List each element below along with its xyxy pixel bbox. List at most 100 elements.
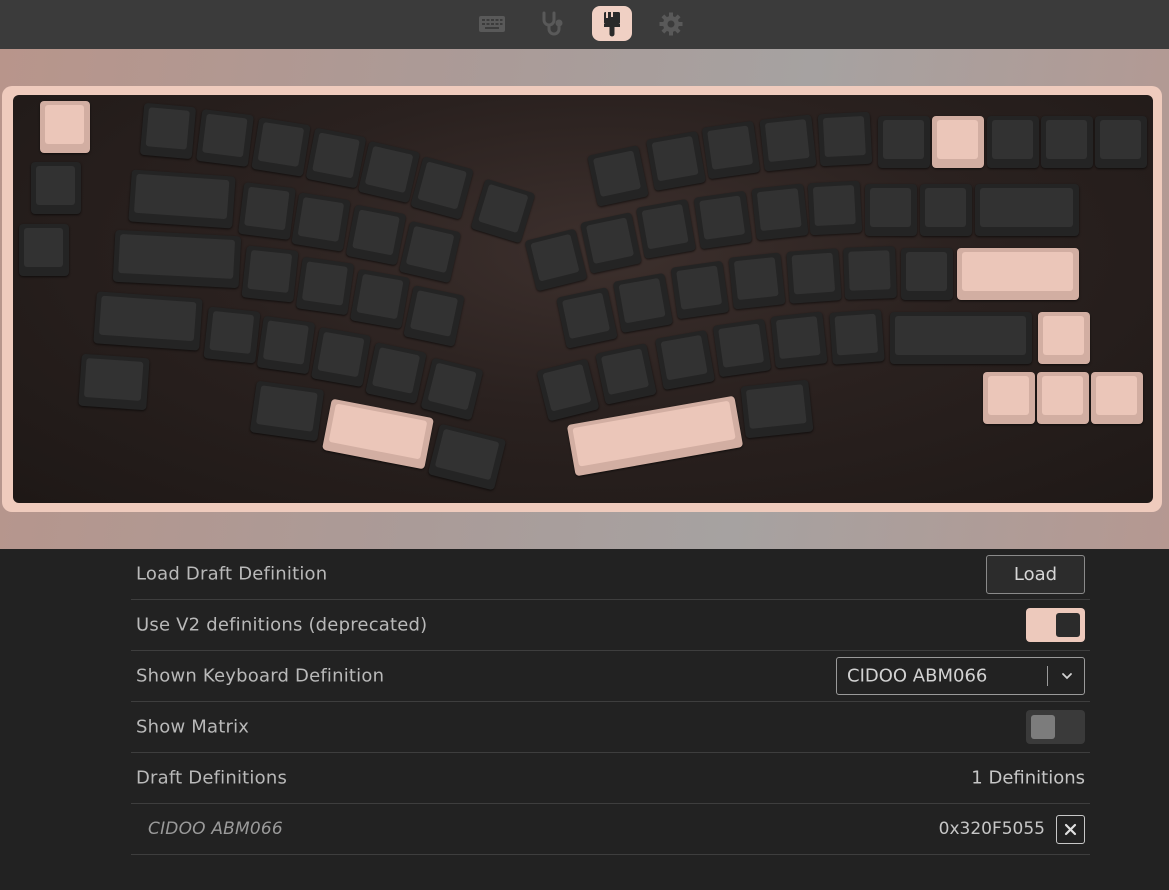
keycap[interactable] [398,220,462,284]
keycap[interactable] [31,162,81,214]
keycap[interactable] [693,190,753,250]
keycap[interactable] [1041,116,1093,168]
keycap[interactable] [78,353,150,411]
keycap[interactable] [420,357,484,421]
keycap[interactable] [556,287,618,349]
keycap[interactable] [975,184,1079,236]
keycap[interactable] [345,204,407,266]
keycap-top [600,348,650,395]
nav-test-button[interactable] [532,6,572,41]
keycap[interactable] [249,380,325,442]
keycap[interactable] [40,101,90,153]
keycap-top [255,385,318,432]
top-nav-bar [0,0,1169,49]
use-v2-toggle[interactable] [1026,608,1085,642]
keycap[interactable] [645,130,707,192]
keycap[interactable] [612,272,674,334]
keyboard-case [2,86,1162,512]
keycap[interactable] [901,248,953,300]
keycap[interactable] [817,111,873,167]
keycap[interactable] [740,379,814,439]
keycap-top [312,132,360,179]
keycap[interactable] [932,116,984,168]
keycap[interactable] [256,315,316,375]
remove-definition-button[interactable] [1056,815,1085,844]
keycap[interactable] [654,329,716,391]
keycap[interactable] [321,398,435,470]
keycap[interactable] [1095,116,1147,168]
keycap[interactable] [1091,372,1143,424]
keyboard-preview-area [0,49,1169,549]
keycap[interactable] [635,198,697,260]
keycap-top [1046,120,1087,159]
keycap[interactable] [1037,372,1089,424]
keycap[interactable] [470,178,536,244]
keycap[interactable] [128,169,236,229]
load-button[interactable]: Load [986,555,1085,594]
keycap[interactable] [241,245,299,303]
keycap[interactable] [829,309,885,365]
keycap[interactable] [310,326,372,388]
nav-settings-button[interactable] [651,6,691,41]
keycap-top [328,403,428,460]
keycap[interactable] [196,109,254,167]
keycap-top [427,362,477,411]
keycap[interactable] [536,358,600,422]
toggle-knob [1056,613,1080,637]
keycap[interactable] [786,248,842,304]
keycap-top [1043,316,1084,355]
keycap[interactable] [112,229,242,289]
keycap[interactable] [751,183,809,241]
keycap[interactable] [865,184,917,236]
keycap[interactable] [403,285,465,347]
keycap-top [1096,376,1137,415]
keycap-top [707,125,754,170]
keycap[interactable] [305,127,367,189]
keycap-top [791,252,836,295]
keycap[interactable] [19,224,69,276]
keycap[interactable] [295,256,355,316]
keycap[interactable] [957,248,1079,300]
keycap[interactable] [93,291,203,351]
keycap-top [202,113,248,158]
keycap-top [417,161,468,210]
keycap[interactable] [1038,312,1090,364]
keycap[interactable] [701,120,761,180]
keycap[interactable] [595,343,657,405]
keycap[interactable] [203,306,261,364]
shown-definition-row: Shown Keyboard Definition CIDOO ABM066 [131,651,1090,702]
keycap[interactable] [251,117,311,177]
stethoscope-icon [542,11,563,35]
keycap[interactable] [843,246,897,300]
keycap[interactable] [920,184,972,236]
keycap[interactable] [580,212,642,274]
keycap[interactable] [712,318,772,378]
keycap[interactable] [410,156,474,220]
keycap-top [992,120,1033,159]
keycap[interactable] [670,260,730,320]
keycap[interactable] [291,192,351,252]
keycap[interactable] [365,342,427,404]
show-matrix-toggle[interactable] [1026,710,1085,744]
use-v2-row: Use V2 definitions (deprecated) [131,600,1090,651]
keycap[interactable] [759,114,817,172]
keycap[interactable] [427,423,507,491]
keycap[interactable] [807,180,863,236]
definition-select[interactable]: CIDOO ABM066 [836,657,1085,695]
keycap[interactable] [139,102,197,160]
keycap[interactable] [349,268,411,330]
keycap[interactable] [357,140,421,204]
keycap[interactable] [728,252,786,310]
keycap[interactable] [524,228,588,292]
keycap[interactable] [878,116,930,168]
keycap[interactable] [983,372,1035,424]
design-settings-panel: Load Draft Definition Load Use V2 defini… [131,549,1090,855]
keycap[interactable] [890,312,1032,364]
keycap-top [925,188,966,227]
nav-configure-button[interactable] [472,6,512,41]
keycap[interactable] [587,145,649,207]
keycap[interactable] [770,311,828,369]
keycap[interactable] [987,116,1039,168]
nav-design-button[interactable] [592,6,632,41]
keycap[interactable] [238,182,296,240]
